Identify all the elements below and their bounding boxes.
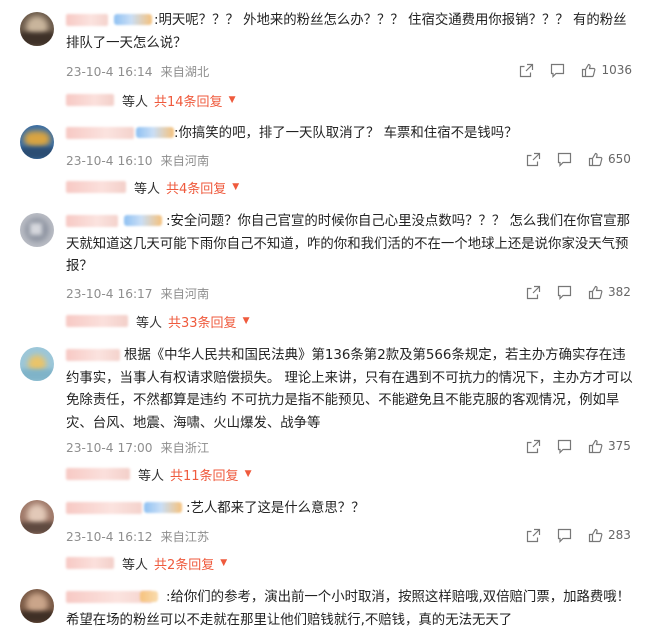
comment-time: 23-10-4 16:10 <box>66 154 153 168</box>
comment-location: 来自江苏 <box>160 530 210 544</box>
avatar[interactable] <box>20 12 54 46</box>
comment-text: 根据《中华人民共和国民法典》第136条第2款及第566条规定，若主办方确实存在违… <box>66 348 633 431</box>
comment-icon[interactable] <box>549 62 565 78</box>
reply-users-blurred <box>66 468 130 480</box>
reply-who: 等人 <box>138 468 165 484</box>
chevron-down-icon[interactable]: ▼ <box>229 95 236 105</box>
comment-icon[interactable] <box>556 438 572 454</box>
like-icon[interactable] <box>587 527 603 543</box>
reply-summary[interactable]: 等人 共2条回复 ▼ <box>66 554 227 573</box>
reply-who: 等人 <box>122 557 149 573</box>
like-count: 650 <box>608 152 631 166</box>
reply-who: 等人 <box>136 315 163 331</box>
comment-text: :安全问题？你自己官宣的时候你自己心里没点数吗？？？ 怎么我们在你官宣那天就知道… <box>66 214 631 274</box>
comment-list: :明天呢？？？ 外地来的粉丝怎么办？？？ 住宿交通费用你报销？？？ 有的粉丝排队… <box>0 0 650 636</box>
comment-actions: 650 <box>510 151 632 167</box>
like-count: 382 <box>608 285 631 299</box>
like-icon[interactable] <box>580 62 596 78</box>
avatar[interactable] <box>20 500 54 534</box>
reply-users-blurred <box>66 315 128 327</box>
comment-icon[interactable] <box>556 151 572 167</box>
comment-actions: 283 <box>510 527 632 543</box>
comment-icon[interactable] <box>556 284 572 300</box>
reply-count-link[interactable]: 共11条回复 <box>170 465 239 484</box>
share-icon[interactable] <box>518 62 534 78</box>
comment-location: 来自湖北 <box>160 65 210 79</box>
comment-actions: 375 <box>510 438 632 454</box>
like-count: 1036 <box>601 63 632 77</box>
comment-text: :你搞笑的吧，排了一天队取消了？ 车票和住宿不是钱吗？ <box>174 126 518 141</box>
share-icon[interactable] <box>525 284 541 300</box>
comment-text: :明天呢？？？ 外地来的粉丝怎么办？？？ 住宿交通费用你报销？？？ 有的粉丝排队… <box>66 13 627 51</box>
like-icon[interactable] <box>587 151 603 167</box>
reply-count-link[interactable]: 共14条回复 <box>154 91 223 110</box>
reply-who: 等人 <box>134 181 161 197</box>
reply-users-blurred <box>66 94 114 106</box>
reply-count-link[interactable]: 共4条回复 <box>166 178 226 197</box>
reply-summary[interactable]: 等人 共4条回复 ▼ <box>66 178 239 197</box>
reply-count-link[interactable]: 共33条回复 <box>168 312 237 331</box>
reply-summary[interactable]: 等人 共14条回复 ▼ <box>66 91 236 110</box>
comment-text: :给你们的参考，演出前一个小时取消，按照这样赔哦,双倍赔门票，加路费哦！希望在场… <box>66 590 631 628</box>
share-icon[interactable] <box>525 151 541 167</box>
avatar[interactable] <box>20 213 54 247</box>
comment-location: 来自浙江 <box>160 441 210 455</box>
avatar[interactable] <box>20 589 54 623</box>
reply-who: 等人 <box>122 94 149 110</box>
comment-text: :艺人都来了这是什么意思？？ <box>186 501 365 516</box>
comment-location: 来自河南 <box>160 154 210 168</box>
reply-count-link[interactable]: 共2条回复 <box>154 554 214 573</box>
share-icon[interactable] <box>525 438 541 454</box>
share-icon[interactable] <box>525 527 541 543</box>
reply-summary[interactable]: 等人 共33条回复 ▼ <box>66 312 250 331</box>
reply-summary[interactable]: 等人 共11条回复 ▼ <box>66 465 252 484</box>
comment-actions: 1036 <box>503 62 632 78</box>
chevron-down-icon[interactable]: ▼ <box>243 316 250 326</box>
chevron-down-icon[interactable]: ▼ <box>232 182 239 192</box>
reply-users-blurred <box>66 181 126 193</box>
chevron-down-icon[interactable]: ▼ <box>245 469 252 479</box>
avatar[interactable] <box>20 125 54 159</box>
comment-icon[interactable] <box>556 527 572 543</box>
comment-time: 23-10-4 16:17 <box>66 287 153 301</box>
like-icon[interactable] <box>587 284 603 300</box>
comment-actions: 382 <box>510 284 632 300</box>
chevron-down-icon[interactable]: ▼ <box>220 558 227 568</box>
comment-time: 23-10-4 17:00 <box>66 441 153 455</box>
reply-users-blurred <box>66 557 114 569</box>
comment-time: 23-10-4 16:14 <box>66 65 153 79</box>
avatar[interactable] <box>20 347 54 381</box>
like-count: 375 <box>608 439 631 453</box>
comment-location: 来自河南 <box>160 287 210 301</box>
comment-time: 23-10-4 16:12 <box>66 530 153 544</box>
like-icon[interactable] <box>587 438 603 454</box>
like-count: 283 <box>608 528 631 542</box>
